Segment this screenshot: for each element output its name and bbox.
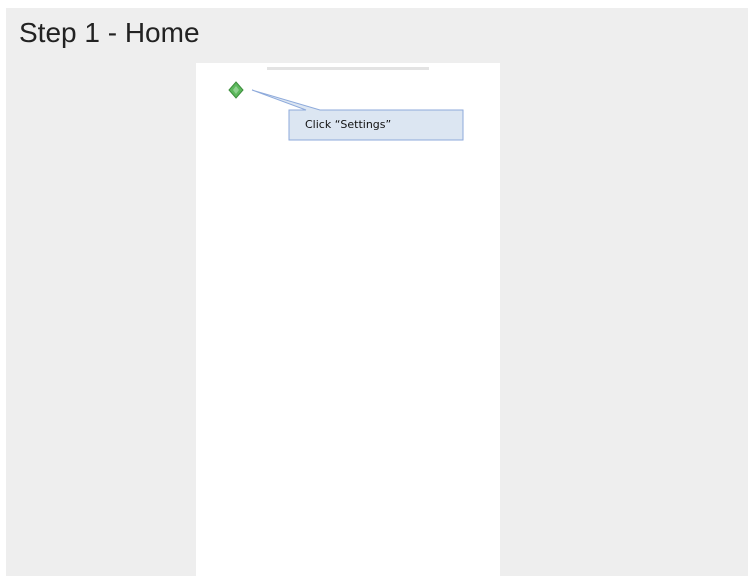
step-title: Step 1 - Home bbox=[19, 17, 200, 48]
phone-notch bbox=[267, 67, 429, 70]
callout-label: Click “Settings” bbox=[305, 118, 392, 131]
step-frame: Step 1 - Home Click “Settings” bbox=[6, 8, 748, 576]
